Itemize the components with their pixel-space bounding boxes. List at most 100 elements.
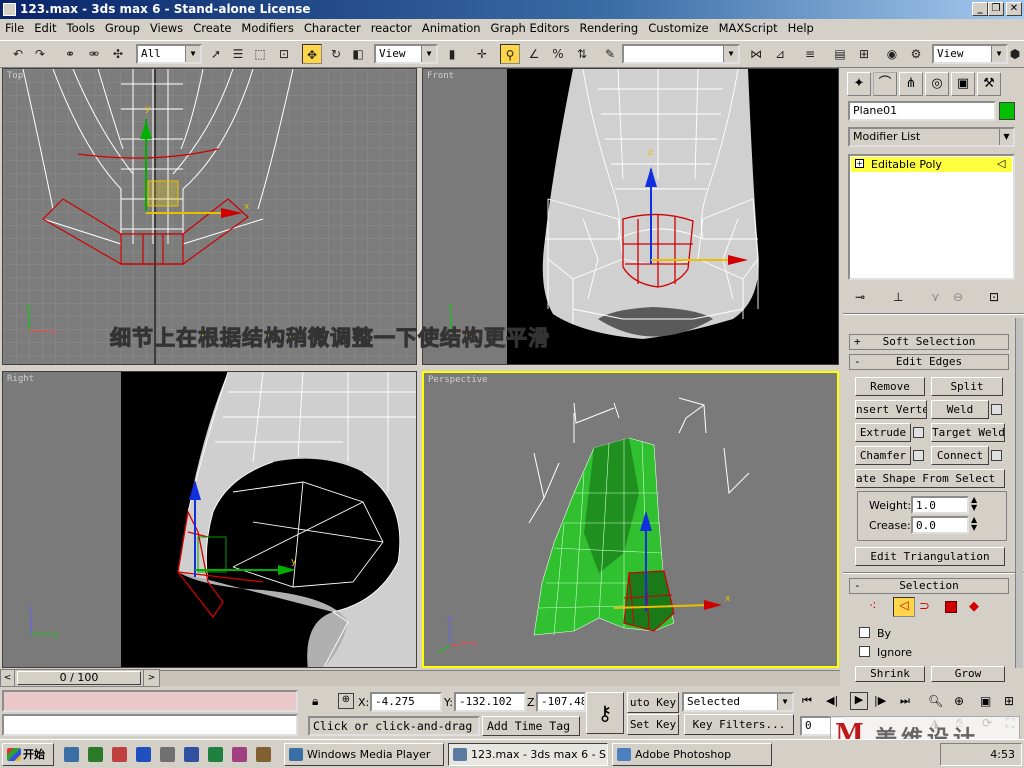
go-to-end-icon[interactable]: ⏭ [900, 694, 910, 708]
border-subobject-icon[interactable]: ⊃ [919, 599, 930, 614]
previous-frame-icon[interactable]: < [1, 670, 15, 686]
manipulate-icon[interactable]: ✛ [472, 44, 492, 64]
crease-field[interactable]: 0.0 [911, 516, 969, 534]
named-selection-dropdown[interactable]: ▼ [622, 44, 740, 64]
extrude-button[interactable]: Extrude [855, 423, 911, 442]
element-subobject-icon[interactable]: ◆ [969, 599, 979, 614]
maxscript-listener-mini[interactable] [2, 690, 298, 712]
schematic-view-icon[interactable]: ⊞ [854, 44, 874, 64]
unlink-icon[interactable]: ⚮ [84, 44, 104, 64]
task-windows-media-player[interactable]: Windows Media Player [284, 743, 444, 766]
window-crossing-icon[interactable]: ⊡ [274, 44, 294, 64]
viewport-label-perspective[interactable]: Perspective [428, 375, 488, 385]
rectangular-selection-icon[interactable]: ⬚ [250, 44, 270, 64]
zoom-extents-all-icon[interactable]: ⊞ [1004, 694, 1014, 708]
chamfer-button[interactable]: Chamfer [855, 446, 911, 465]
set-key-icon[interactable]: ⚷ [586, 692, 624, 734]
split-button[interactable]: Split [931, 377, 1003, 396]
remove-button[interactable]: Remove [855, 377, 925, 396]
material-editor-icon[interactable]: ◉ [882, 44, 902, 64]
configure-modifier-sets-icon[interactable]: ⊡ [989, 290, 999, 304]
extrude-settings-icon[interactable] [913, 427, 924, 438]
menu-animation[interactable]: Animation [417, 19, 486, 38]
track-bar[interactable] [160, 670, 840, 686]
weight-field[interactable]: 1.0 [911, 496, 969, 514]
connect-settings-icon[interactable] [991, 450, 1002, 461]
pivot-center-icon[interactable]: ▮ [442, 44, 462, 64]
select-rotate-icon[interactable]: ↻ [326, 44, 346, 64]
maxscript-input-mini[interactable] [2, 714, 298, 736]
modify-tab-icon[interactable]: ⌒ [873, 72, 897, 96]
previous-key-icon[interactable]: ◀| [826, 694, 838, 707]
expand-icon[interactable]: + [855, 159, 864, 168]
start-button[interactable]: 开始 [2, 743, 54, 766]
quicklaunch-misc-icon[interactable] [232, 747, 247, 762]
next-key-icon[interactable]: |▶ [874, 694, 886, 707]
quicklaunch-app-icon[interactable] [136, 747, 151, 762]
quicklaunch-word-icon[interactable] [184, 747, 199, 762]
undo-icon[interactable]: ↶ [8, 44, 28, 64]
menu-file[interactable]: File [0, 19, 29, 38]
edit-triangulation-button[interactable]: Edit Triangulation [855, 547, 1005, 566]
render-view-dropdown[interactable]: View ▼ [932, 44, 1008, 64]
object-name-field[interactable]: Plane01 [848, 101, 996, 121]
curve-editor-icon[interactable]: ▤ [830, 44, 850, 64]
quick-render-icon[interactable]: ⬢ [1008, 44, 1022, 64]
menu-views[interactable]: Views [145, 19, 188, 38]
display-tab-icon[interactable]: ▣ [951, 72, 975, 96]
key-mode-dropdown[interactable]: Selected ▼ [682, 692, 794, 712]
viewport-perspective[interactable]: x z x Perspective [422, 371, 839, 668]
add-time-tag-button[interactable]: Add Time Tag [482, 716, 580, 736]
pin-stack-icon[interactable]: ⊸ [855, 290, 865, 304]
menu-edit[interactable]: Edit [29, 19, 61, 38]
motion-tab-icon[interactable]: ◎ [925, 72, 949, 96]
edit-edges-rollout[interactable]: - Edit Edges [849, 354, 1009, 370]
chamfer-settings-icon[interactable] [913, 450, 924, 461]
select-object-icon[interactable]: ➚ [206, 44, 226, 64]
hierarchy-tab-icon[interactable]: ⋔ [899, 72, 923, 96]
menu-maxscript[interactable]: MAXScript [714, 19, 783, 38]
quicklaunch-settings-icon[interactable] [160, 747, 175, 762]
panel-scrollbar[interactable] [1015, 318, 1023, 668]
weld-settings-icon[interactable] [991, 404, 1002, 415]
modifier-list-dropdown[interactable]: Modifier List ▼ [848, 127, 1015, 147]
time-slider-thumb[interactable]: 0 / 100 [17, 671, 141, 685]
quicklaunch-ie-icon[interactable] [64, 747, 79, 762]
task-3ds-max[interactable]: 123.max - 3ds max 6 - S... [448, 743, 608, 766]
menu-help[interactable]: Help [783, 19, 819, 38]
lock-selection-icon[interactable]: 🔒︎ [312, 694, 318, 709]
play-icon[interactable]: ▶ [850, 692, 868, 710]
remove-modifier-icon[interactable]: ⊖ [953, 290, 963, 304]
make-unique-icon[interactable]: ⋎ [931, 290, 940, 304]
z-coordinate-field[interactable]: -107.48 [536, 692, 586, 712]
minimize-button[interactable]: _ [972, 2, 988, 16]
shrink-button[interactable]: Shrink [855, 666, 925, 682]
close-button[interactable]: ✕ [1006, 2, 1022, 16]
weight-spinner[interactable]: ▲ ▼ [971, 496, 977, 512]
y-coordinate-field[interactable]: -132.102 [454, 692, 526, 712]
go-to-start-icon[interactable]: ⏮ [802, 694, 812, 708]
select-link-icon[interactable]: ⚭ [60, 44, 80, 64]
x-coordinate-field[interactable]: -4.275 [370, 692, 442, 712]
vertex-subobject-icon[interactable]: ⁖ [869, 599, 877, 614]
target-weld-button[interactable]: Target Weld [931, 423, 1005, 442]
zoom-icon[interactable]: 🔍︎ [928, 694, 943, 708]
ignore-backfacing-checkbox[interactable] [859, 646, 870, 657]
render-scene-icon[interactable]: ⚙ [906, 44, 926, 64]
align-icon[interactable]: ⊿ [770, 44, 790, 64]
crease-spinner[interactable]: ▲ ▼ [971, 516, 977, 532]
polygon-subobject-icon[interactable] [945, 601, 957, 613]
viewport-label-right[interactable]: Right [7, 374, 34, 384]
next-frame-icon[interactable]: > [143, 670, 159, 686]
object-color-swatch[interactable] [999, 102, 1015, 120]
zoom-extents-icon[interactable]: ▣ [980, 694, 991, 708]
soft-selection-rollout[interactable]: + Soft Selection [849, 334, 1009, 350]
maximize-button[interactable]: ❐ [988, 2, 1004, 16]
menu-reactor[interactable]: reactor [366, 19, 417, 38]
utilities-tab-icon[interactable]: ⚒ [977, 72, 1001, 96]
menu-modifiers[interactable]: Modifiers [236, 19, 299, 38]
menu-character[interactable]: Character [299, 19, 366, 38]
spinner-snap-icon[interactable]: ⇅ [572, 44, 592, 64]
mirror-icon[interactable]: ⋈ [746, 44, 766, 64]
reference-coordinate-dropdown[interactable]: View ▼ [374, 44, 438, 64]
